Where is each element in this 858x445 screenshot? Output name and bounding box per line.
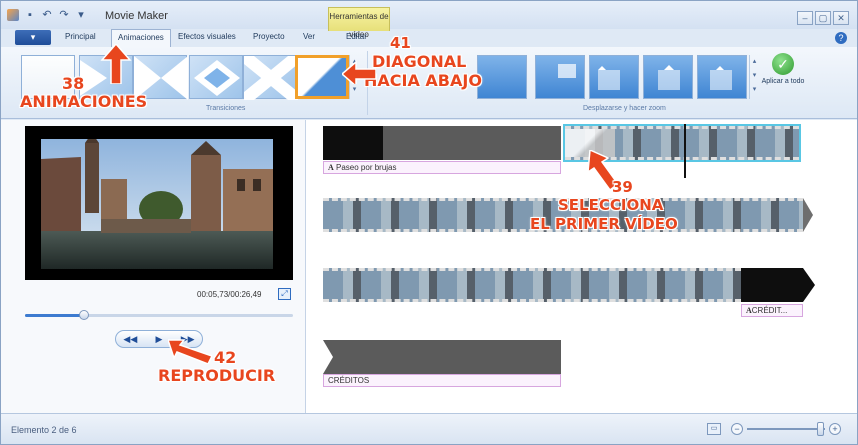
credits-clip-notch: [323, 340, 333, 374]
pan-zoom-thumbnail-1[interactable]: [535, 55, 585, 99]
credits-clip[interactable]: [323, 340, 561, 374]
pan-zoom-group-label: Desplazarse y hacer zoom: [583, 105, 666, 112]
apply-to-all-button[interactable]: ✓ Aplicar a todo: [761, 53, 805, 103]
annotation-41-number: 41: [390, 34, 411, 52]
zoom-in-button[interactable]: +: [829, 423, 841, 435]
transition-cross-thumbnail[interactable]: [243, 55, 298, 100]
timecode-display: 00:05,73/00:26,49: [197, 290, 262, 299]
annotation-39-line1: SELECCIONA: [558, 196, 664, 214]
help-icon[interactable]: ?: [835, 32, 847, 44]
annotation-arrow-41: [342, 60, 376, 84]
zoom-slider-thumb[interactable]: [817, 422, 824, 436]
storyboard-timeline[interactable]: A Paseo por brujas ACRÉDIT... CRÉDITOS: [307, 120, 857, 413]
tab-editar[interactable]: Editar: [346, 32, 367, 41]
annotation-41-line2: HACIA ABAJO: [364, 71, 482, 90]
previous-frame-button[interactable]: ◀◀: [116, 331, 145, 347]
annotation-41-line1: DIAGONAL: [372, 52, 467, 71]
row-continuation-arrow: [803, 198, 813, 232]
title-caption[interactable]: A Paseo por brujas: [323, 161, 561, 174]
video-preview[interactable]: [25, 126, 293, 280]
tab-ver[interactable]: Ver: [303, 32, 315, 41]
annotation-42-number: 42: [214, 348, 237, 367]
annotation-42-label: REPRODUCIR: [158, 366, 276, 385]
zoom-out-button[interactable]: −: [731, 423, 743, 435]
file-menu-button[interactable]: ▾: [15, 30, 51, 45]
credits-caption[interactable]: CRÉDITOS: [323, 374, 561, 387]
title-caption-text: Paseo por brujas: [336, 163, 397, 172]
main-area: 00:05,73/00:26,49 ⤢ ◀◀ ▶ ▶▶ A Paseo por …: [1, 120, 857, 413]
seek-bar[interactable]: [25, 310, 293, 320]
apply-checkmark-icon: ✓: [772, 53, 794, 75]
annotation-39-number: 39: [612, 178, 633, 196]
seek-bar-progress: [25, 314, 84, 317]
fullscreen-icon[interactable]: ⤢: [278, 288, 291, 300]
apply-to-all-label: Aplicar a todo: [761, 78, 805, 85]
window-controls: – ▢ ✕: [797, 11, 849, 25]
save-icon[interactable]: ▪: [24, 9, 36, 21]
movie-maker-app-icon[interactable]: [7, 9, 19, 21]
annotation-38-label: ANIMACIONES: [20, 92, 148, 111]
undo-icon[interactable]: ↶: [41, 9, 53, 21]
status-item-count: Elemento 2 de 6: [11, 425, 77, 435]
transition-diagonal-down-thumbnail[interactable]: [295, 55, 349, 99]
customize-toolbar-icon[interactable]: ▾: [75, 9, 87, 21]
row-continuation-arrow: [803, 268, 815, 302]
file-menu-chevron: ▾: [30, 32, 36, 42]
seek-bar-thumb[interactable]: [78, 310, 89, 320]
transitions-group-label: Transiciones: [206, 105, 246, 112]
annotation-arrow-42: [168, 339, 212, 364]
title-clip[interactable]: [323, 126, 383, 160]
video-clip-3[interactable]: [323, 268, 741, 302]
annotation-38-number: 38: [62, 74, 85, 93]
pan-zoom-thumbnail-4[interactable]: [697, 55, 747, 99]
pan-zoom-gallery-scroll[interactable]: ▴ ▾ ▾: [749, 55, 759, 99]
tab-principal[interactable]: Principal: [65, 32, 96, 41]
credit-caption[interactable]: ACRÉDIT...: [741, 304, 803, 317]
tab-proyecto[interactable]: Proyecto: [253, 32, 285, 41]
maximize-button[interactable]: ▢: [815, 11, 831, 25]
redo-icon[interactable]: ↷: [58, 9, 70, 21]
video-tools-context-label: Herramientas de vídeo: [328, 7, 390, 39]
minimize-button[interactable]: –: [797, 11, 813, 25]
close-button[interactable]: ✕: [833, 11, 849, 25]
zoom-control: ▭ − +: [707, 422, 847, 437]
zoom-slider-track[interactable]: [747, 428, 825, 430]
pan-zoom-thumbnail-2[interactable]: [589, 55, 639, 99]
end-credits-clip[interactable]: [741, 268, 803, 302]
window-title: Movie Maker: [105, 10, 168, 22]
transition-diamond-thumbnail[interactable]: [189, 55, 243, 99]
annotation-arrow-38: [100, 44, 132, 84]
playhead[interactable]: [684, 124, 686, 178]
video-frame-image: [41, 139, 273, 269]
thumbnail-size-icon[interactable]: ▭: [707, 423, 721, 435]
quick-access-toolbar: ▪ ↶ ↷ ▾: [7, 9, 87, 21]
title-bar: ▪ ↶ ↷ ▾ Movie Maker Herramientas de víde…: [1, 1, 857, 39]
credit-caption-text: CRÉDIT...: [751, 306, 788, 315]
pan-zoom-thumbnail-3[interactable]: [643, 55, 693, 99]
status-bar: Elemento 2 de 6 ▭ − +: [1, 413, 857, 444]
pan-zoom-none-thumbnail[interactable]: [477, 55, 527, 99]
tab-efectos-visuales[interactable]: Efectos visuales: [178, 32, 236, 41]
annotation-39-line2: EL PRIMER VÍDEO: [530, 215, 678, 233]
caption-glyph: A: [328, 163, 334, 172]
title-clip-body[interactable]: [383, 126, 561, 160]
